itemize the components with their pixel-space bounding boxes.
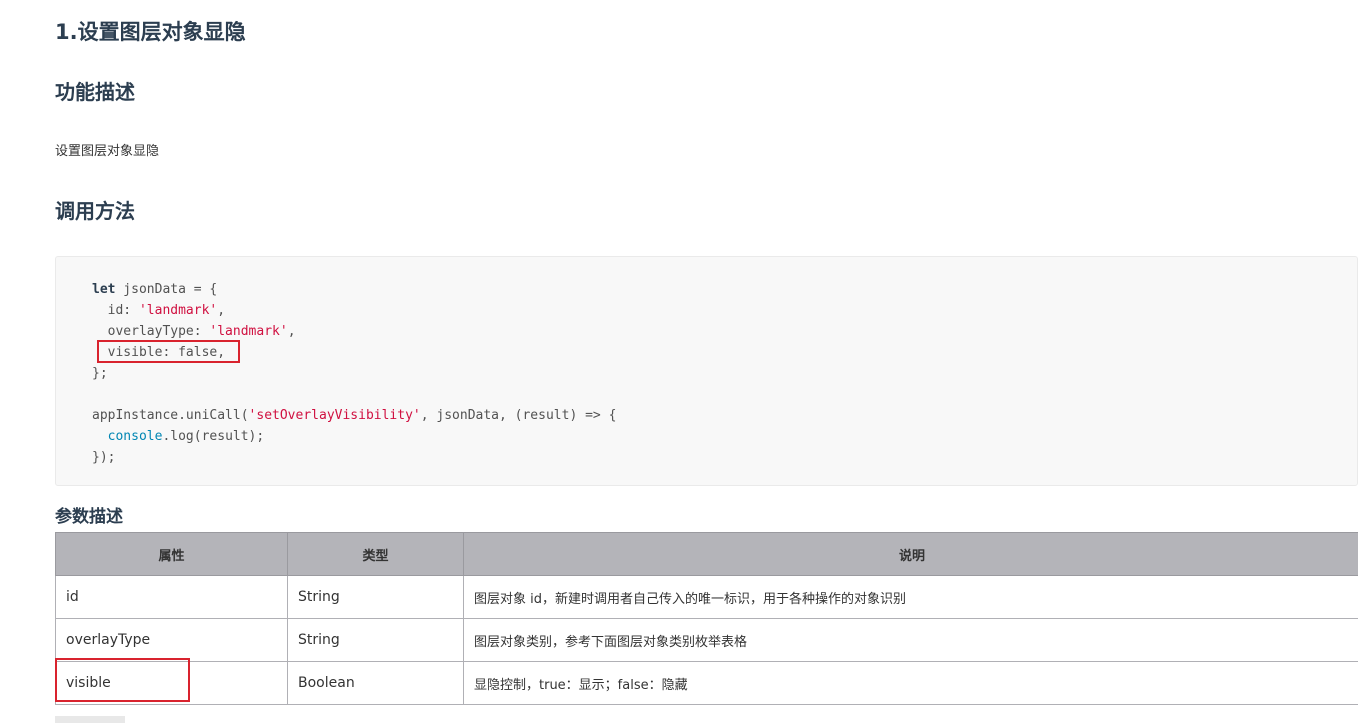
code-line-3-key: overlayType: (92, 324, 210, 339)
code-line-5: }; (92, 366, 108, 381)
param-type: String (287, 618, 464, 662)
param-desc: 图层对象 id，新建时调用者自己传入的唯一标识，用于各种操作的对象识别 (463, 575, 1358, 619)
code-line-1: jsonData = { (115, 282, 218, 297)
table-header-row: 属性 类型 说明 (55, 532, 1358, 576)
code-line-3-comma: , (287, 324, 296, 339)
code-block[interactable]: let jsonData = { id: 'landmark', overlay… (55, 256, 1358, 486)
code-line-8-log: .log(result); (162, 429, 265, 444)
params-table: 属性 类型 说明 id String 图层对象 id，新建时调用者自己传入的唯一… (55, 532, 1358, 705)
code-line-7-call: appInstance.uniCall( (92, 408, 249, 423)
table-row: overlayType String 图层对象类别，参考下面图层对象类别枚举表格 (55, 618, 1358, 662)
table-header-description: 说明 (463, 532, 1358, 576)
table-header-attribute: 属性 (55, 532, 288, 576)
param-desc: 显隐控制，true：显示；false：隐藏 (463, 661, 1358, 705)
param-desc: 图层对象类别，参考下面图层对象类别枚举表格 (463, 618, 1358, 662)
param-type: String (287, 575, 464, 619)
section-heading-function-desc: 功能描述 (55, 80, 135, 104)
param-name: id (55, 575, 288, 619)
code-keyword-let: let (92, 282, 116, 297)
table-row: id String 图层对象 id，新建时调用者自己传入的唯一标识，用于各种操作… (55, 575, 1358, 619)
param-type: Boolean (287, 661, 464, 705)
table-row: visible Boolean 显隐控制，true：显示；false：隐藏 (55, 661, 1358, 705)
code-line-8-console: console (92, 429, 163, 444)
highlight-box-code-visible (97, 340, 240, 363)
section-heading-call-method: 调用方法 (55, 199, 135, 223)
page-title: 1.设置图层对象显隐 (55, 20, 246, 44)
table-header-type: 类型 (287, 532, 464, 576)
code-line-7-args: , jsonData, (result) => { (420, 408, 617, 423)
function-description-text: 设置图层对象显隐 (55, 144, 160, 159)
code-line-2-string: 'landmark' (138, 303, 218, 318)
code-line-2-key: id: (92, 303, 139, 318)
code-line-2-comma: , (217, 303, 226, 318)
next-section-heading-cutoff (55, 716, 125, 723)
param-name: overlayType (55, 618, 288, 662)
code-line-9: }); (92, 450, 116, 465)
code-line-3-string: 'landmark' (209, 324, 288, 339)
code-line-7-string: 'setOverlayVisibility' (248, 408, 421, 423)
section-heading-params: 参数描述 (55, 507, 123, 527)
highlight-box-visible-cell (55, 658, 190, 702)
code-text: let jsonData = { id: 'landmark', overlay… (92, 279, 616, 468)
